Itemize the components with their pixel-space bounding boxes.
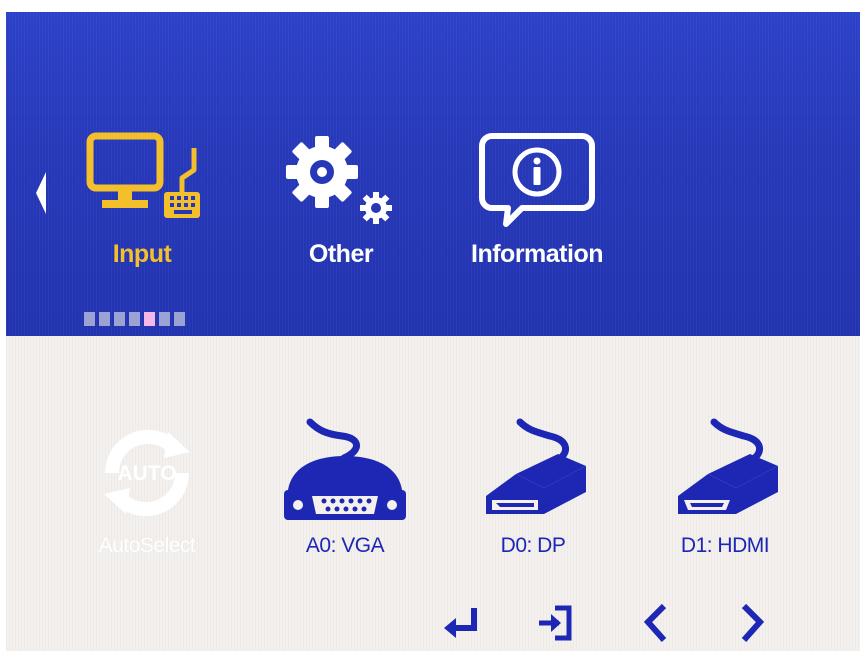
source-hdmi[interactable]: D1: HDMI (650, 416, 800, 558)
chevron-left-icon[interactable] (636, 600, 680, 644)
auto-cycle-icon: AUTO (104, 429, 190, 517)
page-dot (99, 312, 110, 326)
source-autoselect[interactable]: AUTO AutoSelect (72, 418, 222, 558)
triangle-left-icon[interactable] (36, 172, 46, 214)
source-autoselect-label: AutoSelect (98, 534, 196, 557)
page-dot (114, 312, 125, 326)
chevron-right-icon[interactable] (730, 600, 774, 644)
exit-door-icon[interactable] (533, 600, 577, 644)
hdmi-connector-icon (678, 418, 778, 514)
info-bubble-icon (479, 133, 595, 227)
source-vga-label: A0: VGA (305, 534, 385, 557)
source-displayport[interactable]: D0: DP (458, 416, 608, 558)
tab-input[interactable]: Input (82, 130, 202, 269)
enter-arrow-icon[interactable] (440, 600, 484, 644)
source-displayport-label: D0: DP (500, 534, 566, 557)
tab-other-label: Other (308, 240, 374, 268)
source-hdmi-label: D1: HDMI (680, 534, 770, 557)
monitor-keyboard-icon (86, 132, 200, 218)
tab-other[interactable]: Other (276, 130, 406, 269)
page-indicator (84, 312, 185, 328)
gear-icon (286, 136, 392, 224)
vga-connector-icon (284, 418, 406, 520)
source-vga[interactable]: A0: VGA (270, 416, 420, 558)
page-dot-current (144, 312, 155, 326)
tab-input-label: Input (112, 240, 172, 268)
page-dot (174, 312, 185, 326)
page-dot (129, 312, 140, 326)
auto-badge: AUTO (117, 462, 176, 485)
page-dot (84, 312, 95, 326)
osd-screen: Input Other Information AUTO AutoSelect … (0, 0, 860, 651)
page-dot (159, 312, 170, 326)
tab-information[interactable]: Information (462, 130, 612, 269)
tab-information-label: Information (471, 240, 604, 268)
displayport-connector-icon (486, 418, 586, 514)
